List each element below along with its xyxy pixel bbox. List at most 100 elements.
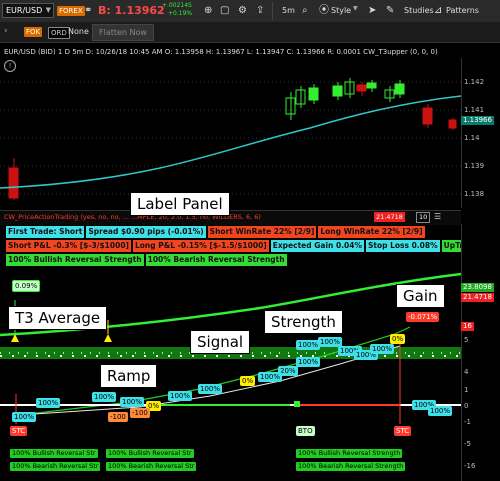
price-tick: 1.142 — [464, 78, 485, 86]
gain-bubble: 0.09% — [12, 280, 41, 292]
symbol-text: EUR/USD — [6, 6, 43, 15]
study-header: CW_PriceActionTrading (yes, no, no, ... … — [0, 210, 461, 225]
bullish-reversal-label: 100% Bullish Reversal Strength — [296, 449, 403, 458]
bars-icon[interactable]: ☰ — [434, 212, 441, 221]
label-panel-callout: Label Panel — [130, 192, 230, 216]
flatten-button[interactable]: Flatten Now — [92, 24, 154, 41]
search-icon[interactable]: ⌕ — [302, 0, 308, 22]
bear-candle — [422, 104, 433, 128]
strength-bubble: 100% — [296, 357, 321, 367]
fok-badge: FOK — [24, 27, 43, 37]
square-icon[interactable]: ▢ — [220, 0, 229, 22]
bull-candle — [344, 78, 355, 98]
arrow-up-icon — [104, 334, 112, 342]
strength-bubble: 100% — [258, 372, 283, 382]
divider — [272, 2, 273, 20]
price-chart-header: EUR/USD (BID) 1 D 5m D: 10/26/18 10:45 A… — [0, 45, 470, 59]
current-price-tag: 1.13966 — [461, 116, 494, 125]
bull-candle — [295, 86, 306, 108]
strength-bubble: 100% — [12, 412, 37, 422]
bearish-reversal-label: 100% Bearish Reversal Strength — [296, 462, 406, 471]
cursor-icon[interactable]: ➤ — [368, 0, 376, 22]
first-trade-label: First Trade: Short — [6, 226, 85, 238]
strength-bubble: 100% — [428, 406, 453, 416]
studies-button[interactable]: Studies — [404, 0, 434, 22]
long-pnl-label: Long P&L -0.15% [$-1.5/$1000] — [132, 240, 269, 252]
gain-callout: Gain — [396, 284, 445, 308]
gain-bubble: -0.071% — [406, 312, 440, 322]
chevron-right-icon[interactable]: › — [4, 26, 8, 36]
price-tick: 1.141 — [464, 106, 485, 114]
price-change-pct: +0.19% — [168, 10, 193, 17]
bullish-reversal-label: 100% Bullish Reversal Str — [106, 449, 194, 458]
price-tick: 1.14 — [464, 134, 480, 142]
signal-callout: Signal — [190, 330, 251, 354]
bull-candle — [394, 80, 405, 98]
bid-price: B: 1.13962 — [98, 4, 165, 17]
chevron-down-icon: ▼ — [45, 6, 51, 14]
main-toolbar: EUR/USD ▼ FOREX ⚭ B: 1.13962 +.00214S +0… — [0, 0, 500, 23]
bull-candle — [384, 86, 395, 102]
t3-average-callout: T3 Average — [8, 306, 108, 330]
strength-callout: Strength — [264, 310, 343, 334]
label-row: 100% Bullish Reversal Strength 100% Bear… — [6, 254, 461, 266]
price-tick: 1.139 — [464, 162, 485, 170]
field-box[interactable]: 10 — [416, 212, 431, 223]
share-icon[interactable]: ⇪ — [256, 0, 264, 22]
bull-candle — [285, 92, 296, 120]
t3-average-line — [0, 95, 461, 189]
strength-bubble: 100% — [198, 384, 223, 394]
bearish-reversal-label: 100% Bearish Reversal Str — [10, 462, 101, 471]
label-panel: First Trade: Short Spread $0.90 pips (-0… — [6, 226, 481, 266]
ramp-callout: Ramp — [100, 364, 158, 388]
signal-bubble: 0% — [390, 334, 406, 344]
strength-bubble: 100% — [296, 340, 321, 350]
study-tick: 5 — [464, 336, 469, 344]
price-header-text: EUR/USD (BID) 1 D 5m D: 10/26/18 10:45 A… — [4, 48, 438, 56]
order-toolbar: › FOK ORD None Flatten Now — [0, 22, 500, 43]
strength-bubble: 100% — [370, 344, 395, 354]
ramp-bubble: -100 — [108, 412, 128, 422]
forex-badge: FOREX — [57, 6, 85, 16]
short-winrate-label: Short WinRate 22% [2/9] — [207, 226, 317, 238]
spread-label: Spread $0.90 pips (-0.01%) — [86, 226, 206, 238]
strength-bubble: 100% — [36, 398, 61, 408]
bearish-reversal-label: 100% Bearish Reversal Str — [106, 462, 197, 471]
study-tick: -16 — [464, 462, 476, 470]
stop-loss-label: Stop Loss 0.08% — [366, 240, 440, 252]
symbol-selector[interactable]: EUR/USD ▼ — [2, 3, 54, 18]
strength-bubble: 100% — [120, 397, 145, 407]
stc-label: STC — [10, 426, 28, 436]
study-tick: -5 — [464, 440, 471, 448]
strength-bubble: 100% — [168, 391, 193, 401]
price-tick: 1.138 — [464, 190, 485, 198]
bullish-strength-label: 100% Bullish Reversal Strength — [6, 254, 144, 266]
bear-candle — [448, 118, 457, 130]
strength-bubble: 100% — [92, 392, 117, 402]
patterns-button[interactable]: Patterns — [446, 0, 479, 22]
short-pnl-label: Short P&L -0.3% [$-3/$1000] — [6, 240, 131, 252]
upper-value-tag: 23.8098 — [461, 283, 494, 292]
bull-candle — [332, 82, 343, 100]
study-tick: -1 — [464, 418, 471, 426]
study-tick: 4 — [464, 368, 469, 376]
drawing-icon[interactable]: ✎ — [386, 0, 394, 22]
expected-gain-label: Expected Gain 0.04% — [270, 240, 364, 252]
plus-icon[interactable]: ⊕ — [204, 0, 212, 22]
long-winrate-label: Long WinRate 22% [2/9] — [318, 226, 425, 238]
link-icon[interactable]: ⚭ — [84, 0, 92, 22]
timeframe-button[interactable]: 5m — [282, 0, 295, 22]
bear-candle — [356, 82, 367, 96]
lower-value-tag: 21.4718 — [461, 293, 494, 302]
level-tag: 16 — [461, 322, 474, 331]
study-tick: 0 — [464, 402, 469, 410]
study-value: 21.4718 — [374, 212, 405, 222]
bull-candle — [308, 84, 319, 104]
gear-icon[interactable]: ⚙ — [238, 0, 247, 22]
price-chart[interactable] — [0, 58, 461, 208]
study-tick: 1 — [464, 386, 469, 394]
chevron-down-icon: ▼ — [353, 5, 358, 12]
order-type[interactable]: None — [68, 27, 89, 36]
bto-label: BTO — [296, 426, 315, 436]
style-button[interactable]: Style — [331, 0, 351, 22]
